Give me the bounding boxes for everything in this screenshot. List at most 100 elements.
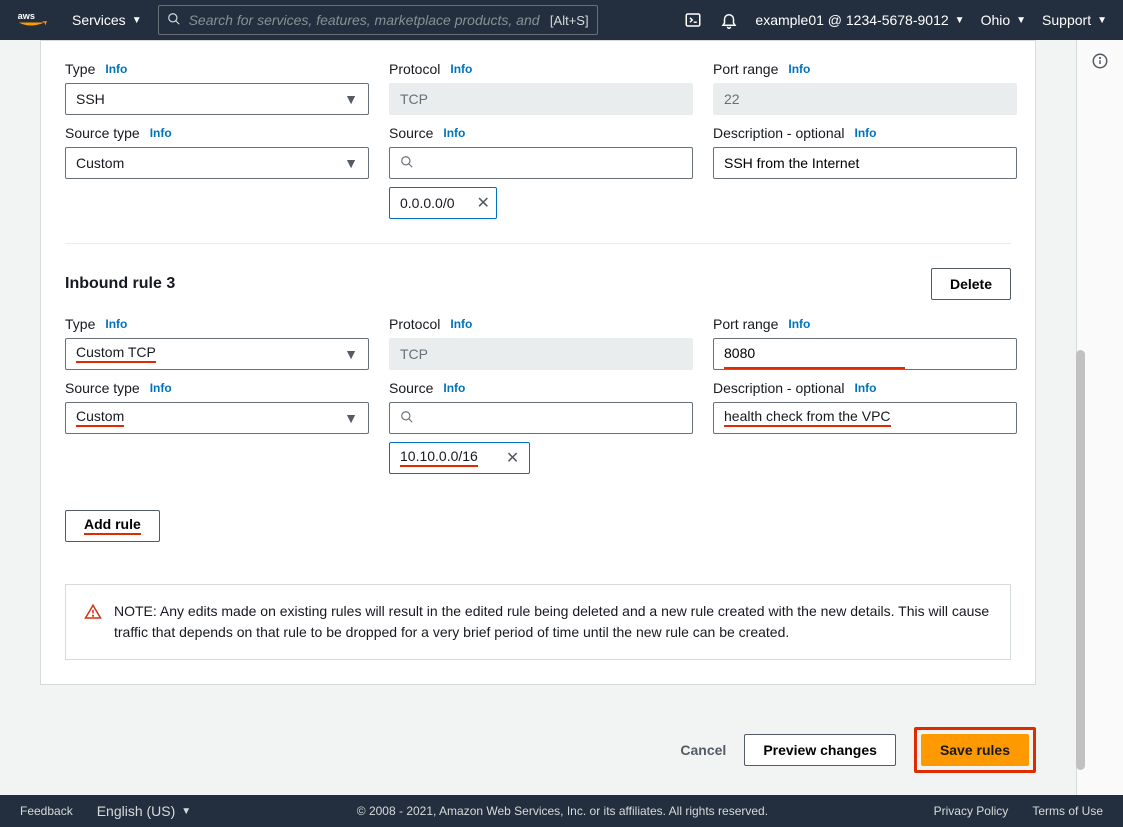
rule3-delete-button[interactable]: Delete <box>931 268 1011 300</box>
search-placeholder: Search for services, features, marketpla… <box>189 12 542 28</box>
scrollbar[interactable] <box>1076 40 1085 795</box>
rule2-source-chip-text: 0.0.0.0/0 <box>400 195 455 211</box>
copyright-text: © 2008 - 2021, Amazon Web Services, Inc.… <box>191 804 933 818</box>
rule3-source-text[interactable] <box>422 403 682 433</box>
source-label: Source <box>389 380 433 396</box>
region-label: Ohio <box>981 12 1011 28</box>
language-menu[interactable]: English (US) ▼ <box>97 803 192 819</box>
source-info-link[interactable]: Info <box>443 126 465 140</box>
rule2-type-value: SSH <box>76 91 105 107</box>
sourcetype-info-link[interactable]: Info <box>150 381 172 395</box>
cancel-button[interactable]: Cancel <box>680 742 726 758</box>
notifications-icon[interactable] <box>719 10 739 30</box>
region-menu[interactable]: Ohio ▼ <box>981 12 1026 28</box>
rule3-portrange-input[interactable] <box>713 338 1017 370</box>
rule3-sourcetype-value: Custom <box>76 409 124 426</box>
support-label: Support <box>1042 12 1091 28</box>
rule2-description-text[interactable] <box>724 148 1006 178</box>
search-icon <box>167 12 181 29</box>
global-search[interactable]: Search for services, features, marketpla… <box>158 5 598 35</box>
chip-remove-icon[interactable]: ✕ <box>477 193 490 213</box>
warning-text: NOTE: Any edits made on existing rules w… <box>114 601 992 643</box>
search-icon <box>400 155 414 172</box>
portrange-info-link[interactable]: Info <box>788 62 810 76</box>
protocol-info-link[interactable]: Info <box>450 317 472 331</box>
caret-down-icon: ▼ <box>1097 15 1107 26</box>
rule2-source-text[interactable] <box>422 148 682 178</box>
rule3-protocol-value: TCP <box>400 346 428 362</box>
caret-down-icon: ▼ <box>181 806 191 817</box>
account-label: example01 @ 1234-5678-9012 <box>755 12 948 28</box>
description-label: Description - optional <box>713 380 845 396</box>
description-info-link[interactable]: Info <box>855 381 877 395</box>
rule2-type-select[interactable]: SSH ▼ <box>65 83 369 115</box>
rule3-description-input[interactable]: health check from the VPC <box>713 402 1017 434</box>
rules-panel: Type Info SSH ▼ Protocol Info TCP <box>40 40 1036 685</box>
source-info-link[interactable]: Info <box>443 381 465 395</box>
caret-down-icon: ▼ <box>344 91 358 107</box>
feedback-link[interactable]: Feedback <box>20 804 73 818</box>
add-rule-button[interactable]: Add rule <box>65 510 160 542</box>
aws-logo[interactable]: aws <box>16 9 56 31</box>
sourcetype-label: Source type <box>65 380 140 396</box>
sourcetype-label: Source type <box>65 125 140 141</box>
search-icon <box>400 410 414 427</box>
type-info-link[interactable]: Info <box>105 62 127 76</box>
caret-down-icon: ▼ <box>132 15 142 26</box>
type-info-link[interactable]: Info <box>105 317 127 331</box>
scrollbar-thumb[interactable] <box>1076 350 1085 770</box>
footer: Feedback English (US) ▼ © 2008 - 2021, A… <box>0 795 1123 827</box>
rule3-description-text: health check from the VPC <box>724 409 891 426</box>
rule3-portrange-text[interactable] <box>724 339 905 369</box>
save-rules-button[interactable]: Save rules <box>921 734 1029 766</box>
preview-changes-button[interactable]: Preview changes <box>744 734 896 766</box>
page-actions: Cancel Preview changes Save rules <box>0 705 1076 795</box>
caret-down-icon: ▼ <box>1016 15 1026 26</box>
rule2-sourcetype-select[interactable]: Custom ▼ <box>65 147 369 179</box>
terms-link[interactable]: Terms of Use <box>1032 804 1103 818</box>
services-label: Services <box>72 12 126 28</box>
privacy-link[interactable]: Privacy Policy <box>934 804 1009 818</box>
cloudshell-icon[interactable] <box>683 10 703 30</box>
sourcetype-info-link[interactable]: Info <box>150 126 172 140</box>
description-info-link[interactable]: Info <box>855 126 877 140</box>
rule3-type-select[interactable]: Custom TCP ▼ <box>65 338 369 370</box>
rule-2-row-1: Type Info SSH ▼ Protocol Info TCP <box>65 61 1011 115</box>
rule2-portrange-readonly: 22 <box>713 83 1017 115</box>
chip-remove-icon[interactable]: ✕ <box>506 448 519 468</box>
rule2-portrange-value: 22 <box>724 91 740 107</box>
rule3-source-input[interactable] <box>389 402 693 434</box>
info-panel-icon[interactable] <box>1091 52 1109 795</box>
rule2-protocol-value: TCP <box>400 91 428 107</box>
type-label: Type <box>65 61 95 77</box>
save-highlight: Save rules <box>914 727 1036 773</box>
warning-icon <box>84 603 102 626</box>
rule-divider <box>65 243 1011 244</box>
rule2-description-input[interactable] <box>713 147 1017 179</box>
rule3-type-value: Custom TCP <box>76 345 156 362</box>
rule3-title: Inbound rule 3 <box>65 275 175 293</box>
portrange-label: Port range <box>713 316 778 332</box>
support-menu[interactable]: Support ▼ <box>1042 12 1107 28</box>
protocol-info-link[interactable]: Info <box>450 62 472 76</box>
rule3-header: Inbound rule 3 Delete <box>65 268 1011 300</box>
rule2-source-chip: 0.0.0.0/0 ✕ <box>389 187 497 219</box>
warning-notice: NOTE: Any edits made on existing rules w… <box>65 584 1011 660</box>
source-label: Source <box>389 125 433 141</box>
search-shortcut: [Alt+S] <box>550 13 589 28</box>
protocol-label: Protocol <box>389 61 440 77</box>
portrange-label: Port range <box>713 61 778 77</box>
portrange-info-link[interactable]: Info <box>788 317 810 331</box>
rule2-source-input[interactable] <box>389 147 693 179</box>
description-label: Description - optional <box>713 125 845 141</box>
rule-2-row-2: Source type Info Custom ▼ Source Info <box>65 125 1011 219</box>
rule3-sourcetype-select[interactable]: Custom ▼ <box>65 402 369 434</box>
account-menu[interactable]: example01 @ 1234-5678-9012 ▼ <box>755 12 964 28</box>
protocol-label: Protocol <box>389 316 440 332</box>
main-content: Type Info SSH ▼ Protocol Info TCP <box>0 40 1076 795</box>
caret-down-icon: ▼ <box>344 346 358 362</box>
top-nav: aws Services ▼ Search for services, feat… <box>0 0 1123 40</box>
rule3-protocol-readonly: TCP <box>389 338 693 370</box>
rule2-protocol-readonly: TCP <box>389 83 693 115</box>
services-menu[interactable]: Services ▼ <box>72 12 142 28</box>
